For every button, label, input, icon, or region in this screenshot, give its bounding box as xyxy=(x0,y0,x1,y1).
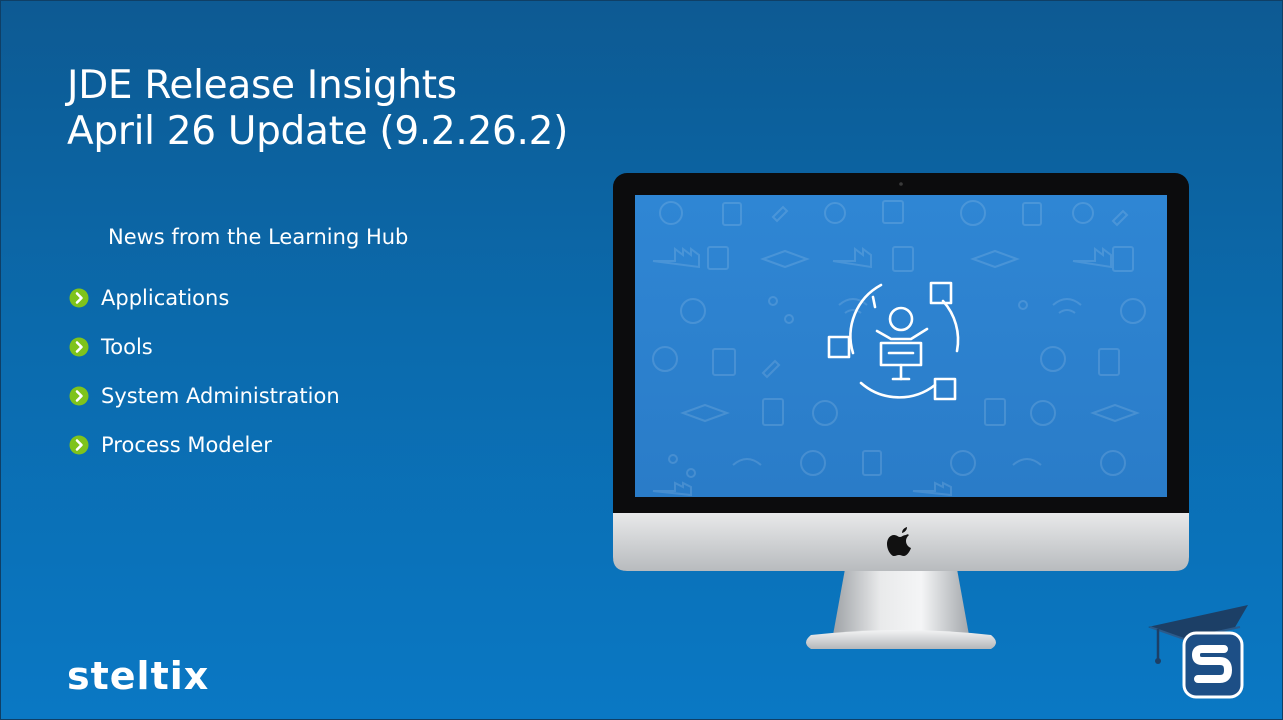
chevron-right-icon xyxy=(69,435,89,454)
slide: JDE Release Insights April 26 Update (9.… xyxy=(0,0,1283,720)
bullet-item-process-modeler: Process Modeler xyxy=(69,420,340,469)
bullet-item-applications: Applications xyxy=(69,273,340,322)
monitor-illustration xyxy=(613,173,1189,649)
title-line-1: JDE Release Insights xyxy=(67,63,457,108)
learning-hub-logo xyxy=(1148,605,1248,699)
monitor-screen xyxy=(635,195,1167,497)
bullet-label: Process Modeler xyxy=(101,432,272,457)
s-logo-icon xyxy=(1182,631,1244,699)
bullet-label: Applications xyxy=(101,285,230,310)
chevron-right-icon xyxy=(69,386,89,405)
bullet-list: Applications Tools System Administration… xyxy=(69,273,340,469)
slide-title: JDE Release Insights April 26 Update (9.… xyxy=(67,63,568,155)
monitor-base xyxy=(806,630,996,649)
bullet-item-tools: Tools xyxy=(69,322,340,371)
monitor-stand xyxy=(833,569,969,635)
title-line-2: April 26 Update (9.2.26.2) xyxy=(67,109,569,154)
bullet-item-system-administration: System Administration xyxy=(69,371,340,420)
bullet-label: System Administration xyxy=(101,383,340,408)
bullet-label: Tools xyxy=(101,334,153,359)
subtitle: News from the Learning Hub xyxy=(108,225,409,249)
chevron-right-icon xyxy=(69,288,89,307)
steltix-logo: steltix xyxy=(67,654,210,698)
chevron-right-icon xyxy=(69,337,89,356)
